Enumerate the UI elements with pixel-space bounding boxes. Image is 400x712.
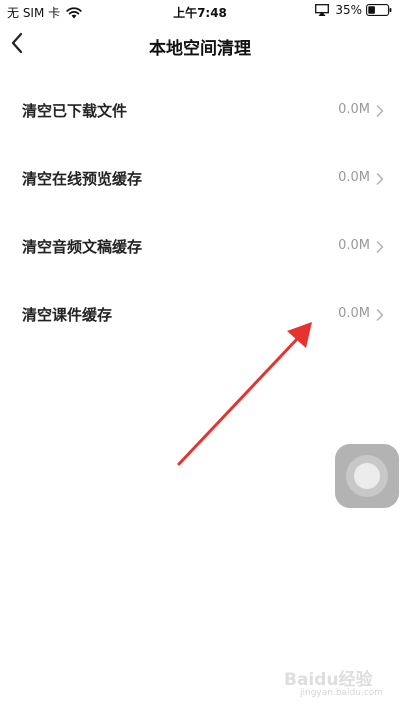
item-value: 0.0M xyxy=(338,170,370,185)
airplay-icon xyxy=(315,4,330,16)
assistive-touch-core xyxy=(354,463,380,489)
list-item-clear-courseware-cache[interactable]: 清空课件缓存 0.0M xyxy=(0,285,400,345)
annotation-arrow-shaft xyxy=(177,336,300,466)
battery-percent: 35% xyxy=(335,3,362,17)
item-value: 0.0M xyxy=(338,238,370,253)
list-item-clear-preview-cache[interactable]: 清空在线预览缓存 0.0M xyxy=(0,149,400,209)
list-item-clear-audio-cache[interactable]: 清空音频文稿缓存 0.0M xyxy=(0,217,400,277)
item-label: 清空已下载文件 xyxy=(22,102,128,120)
status-right: 35% xyxy=(315,3,392,17)
item-label: 清空课件缓存 xyxy=(22,306,113,324)
battery-icon xyxy=(366,4,392,16)
chevron-right-icon xyxy=(376,309,384,321)
list-item-clear-downloads[interactable]: 清空已下载文件 0.0M xyxy=(0,81,400,141)
watermark: Baidu经验 xyxy=(284,670,373,690)
page-title: 本地空间清理 xyxy=(149,39,251,59)
watermark-sub: jingyan.baidu.com xyxy=(300,688,384,698)
item-label: 清空音频文稿缓存 xyxy=(22,238,143,256)
chevron-right-icon xyxy=(376,105,384,117)
item-label: 清空在线预览缓存 xyxy=(22,170,143,188)
nav-bar: 本地空间清理 xyxy=(0,22,400,66)
chevron-right-icon xyxy=(376,173,384,185)
item-value: 0.0M xyxy=(338,102,370,117)
chevron-right-icon xyxy=(376,241,384,253)
status-bar: 无 SIM 卡 上午7:48 35% xyxy=(0,0,400,22)
assistive-touch-button[interactable] xyxy=(335,444,399,508)
item-value: 0.0M xyxy=(338,306,370,321)
